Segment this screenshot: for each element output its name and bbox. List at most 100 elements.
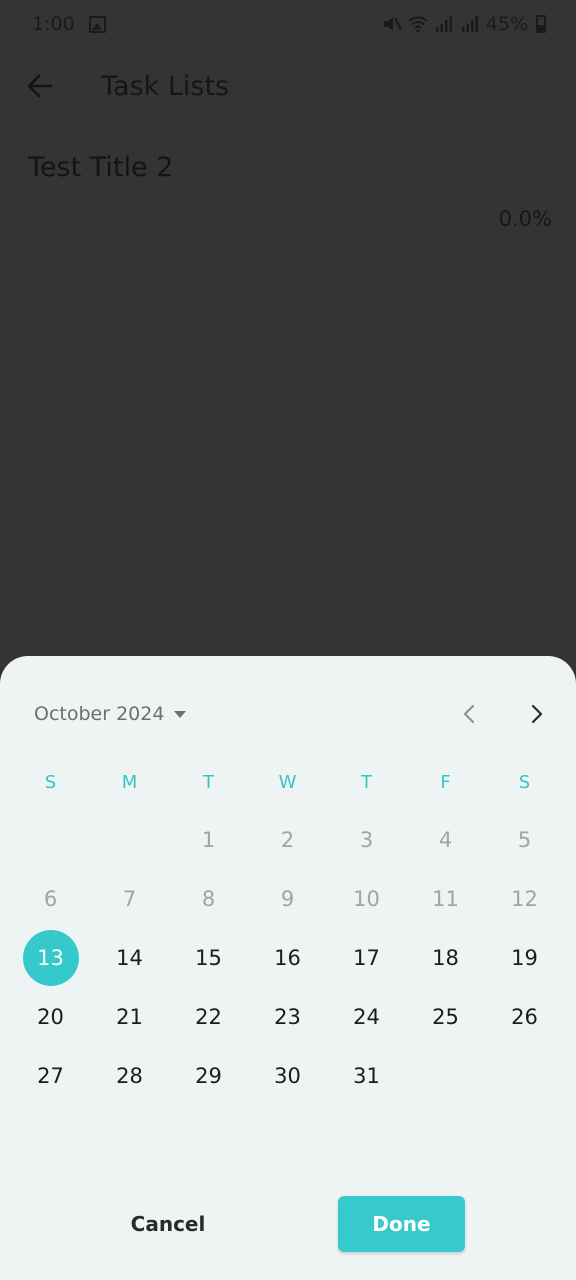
arrow-left-icon [27, 74, 53, 98]
calendar-day[interactable]: 23 [248, 987, 327, 1046]
calendar-day-number: 28 [116, 1063, 143, 1088]
mute-icon [383, 17, 402, 31]
weekday-label: S [518, 772, 531, 793]
chevron-left-icon [463, 704, 475, 724]
calendar-day[interactable]: 24 [327, 987, 406, 1046]
calendar-day[interactable]: 14 [90, 928, 169, 987]
calendar-day-number: 18 [432, 945, 459, 970]
status-bar: 1:00 45% [0, 0, 576, 48]
calendar-day-number: 20 [37, 1004, 64, 1029]
status-left: 1:00 [32, 13, 106, 35]
calendar-day[interactable]: 31 [327, 1046, 406, 1105]
calendar-day[interactable]: 20 [11, 987, 90, 1046]
weekday-label: F [440, 772, 451, 793]
calendar-day: 4 [406, 810, 485, 869]
calendar-day: 9 [248, 869, 327, 928]
calendar-day-number: 4 [438, 827, 453, 852]
calendar-day: 7 [90, 869, 169, 928]
task-list-title[interactable]: Test Title 2 [28, 152, 173, 183]
signal-icon [435, 16, 452, 32]
month-year-selector[interactable]: October 2024 [34, 696, 187, 732]
weekday-label: S [44, 772, 57, 793]
calendar-day-number: 2 [280, 827, 295, 852]
calendar-day-number: 16 [274, 945, 301, 970]
calendar-day[interactable]: 16 [248, 928, 327, 987]
back-button[interactable] [16, 62, 64, 110]
calendar-day-number: 9 [280, 886, 295, 911]
calendar-day: 1 [169, 810, 248, 869]
calendar-day[interactable]: 30 [248, 1046, 327, 1105]
calendar-day: 12 [485, 869, 564, 928]
battery-percent: 45% [485, 13, 528, 35]
calendar-day-number: 5 [517, 827, 532, 852]
progress-percent: 0.0% [498, 207, 552, 231]
cancel-button[interactable]: Cancel [108, 1196, 228, 1252]
date-picker-actions: Cancel Done [0, 1196, 576, 1252]
calendar-day-number: 13 [37, 945, 64, 970]
calendar-day-number: 19 [511, 945, 538, 970]
calendar-day-number: 14 [116, 945, 143, 970]
battery-icon [536, 15, 546, 33]
calendar-day-number: 8 [201, 886, 216, 911]
calendar-day[interactable]: 17 [327, 928, 406, 987]
status-right: 45% [382, 13, 546, 35]
calendar-day: 2 [248, 810, 327, 869]
calendar-day-number: 27 [37, 1063, 64, 1088]
calendar-day-number: 21 [116, 1004, 143, 1029]
calendar-day-number: 23 [274, 1004, 301, 1029]
calendar-day: 5 [485, 810, 564, 869]
date-picker-sheet: October 2024 S M T W T F S 1 2 3 4 5 6 7 8 9 10 11… [0, 656, 576, 1280]
calendar-day-number: 31 [353, 1063, 380, 1088]
date-picker-header: October 2024 [0, 696, 576, 736]
calendar-day-number: 30 [274, 1063, 301, 1088]
calendar-day: 3 [327, 810, 406, 869]
calendar-day[interactable]: 26 [485, 987, 564, 1046]
wifi-icon [408, 16, 428, 33]
calendar-day: 10 [327, 869, 406, 928]
chevron-right-icon [531, 704, 543, 724]
calendar-day-number: 17 [353, 945, 380, 970]
status-time: 1:00 [32, 13, 75, 35]
calendar-day-number: 26 [511, 1004, 538, 1029]
page-title: Task Lists [101, 70, 230, 102]
calendar-day-number: 15 [195, 945, 222, 970]
calendar-day-number: 12 [511, 886, 538, 911]
calendar-day: 6 [11, 869, 90, 928]
calendar-day-number: 29 [195, 1063, 222, 1088]
calendar-day-number: 3 [359, 827, 374, 852]
signal-icon-2 [461, 16, 478, 32]
calendar-day-number: 22 [195, 1004, 222, 1029]
weekday-label: W [278, 772, 297, 793]
calendar-day-number: 25 [432, 1004, 459, 1029]
calendar-day[interactable]: 15 [169, 928, 248, 987]
calendar-day-selected[interactable]: 13 [11, 928, 90, 987]
calendar-day-number: 11 [432, 886, 459, 911]
calendar-day[interactable]: 25 [406, 987, 485, 1046]
calendar-day[interactable]: 18 [406, 928, 485, 987]
calendar-days-grid: 1 2 3 4 5 6 7 8 9 10 11 12 13 14 15 16 17 18 19 20 21 22 23 24 2… [11, 810, 565, 1105]
calendar-day: 8 [169, 869, 248, 928]
app-bar: Task Lists [0, 56, 576, 116]
gallery-notification-icon [88, 15, 106, 33]
weekday-label: M [121, 772, 138, 793]
weekday-label: T [203, 772, 214, 793]
calendar-day-number: 6 [43, 886, 58, 911]
calendar-day[interactable]: 21 [90, 987, 169, 1046]
calendar-day[interactable]: 22 [169, 987, 248, 1046]
weekday-header-row: S M T W T F S [11, 768, 565, 798]
calendar-day-number: 24 [353, 1004, 380, 1029]
month-year-label: October 2024 [34, 703, 165, 725]
calendar-day[interactable]: 27 [11, 1046, 90, 1105]
calendar-day[interactable]: 29 [169, 1046, 248, 1105]
calendar-day-number: 10 [353, 886, 380, 911]
previous-month-button[interactable] [451, 696, 487, 732]
calendar-day: 11 [406, 869, 485, 928]
calendar-day-number: 7 [122, 886, 137, 911]
caret-down-icon [174, 710, 187, 718]
calendar-day-number: 1 [201, 827, 216, 852]
done-button[interactable]: Done [338, 1196, 465, 1252]
next-month-button[interactable] [519, 696, 555, 732]
calendar-day[interactable]: 28 [90, 1046, 169, 1105]
weekday-label: T [361, 772, 372, 793]
calendar-day[interactable]: 19 [485, 928, 564, 987]
